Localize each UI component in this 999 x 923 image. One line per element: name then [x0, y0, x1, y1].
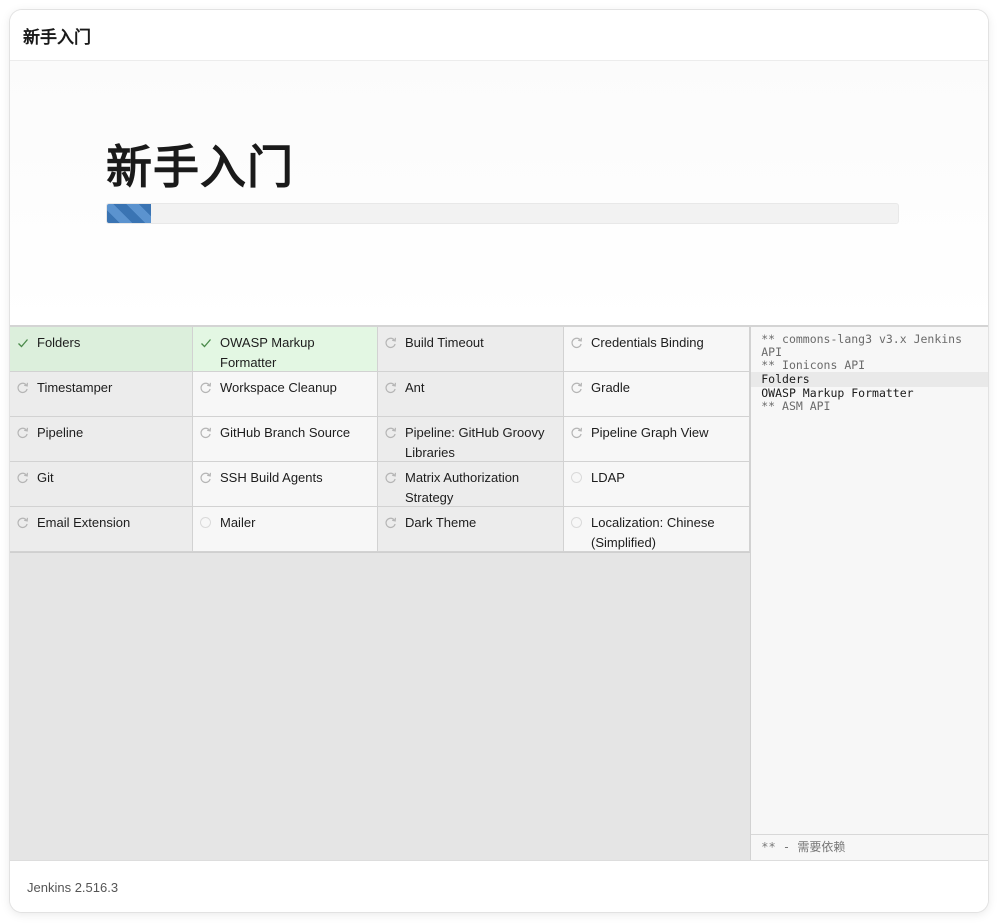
jenkins-version: Jenkins 2.516.3 — [27, 879, 119, 895]
install-log-lines: ** commons-lang3 v3.x Jenkins API ** Ioni… — [751, 327, 988, 413]
plugin-label: Localization: Chinese (Simplified) — [591, 515, 715, 550]
refresh-icon — [570, 336, 583, 349]
install-progress-bar — [106, 203, 899, 224]
plugin-label: Mailer — [220, 515, 256, 530]
plugin-label: Email Extension — [37, 515, 131, 530]
plugin-label: LDAP — [591, 470, 625, 485]
install-content: Folders OWASP Markup Formatter Build Timeo… — [10, 327, 988, 860]
refresh-icon — [384, 336, 397, 349]
header-bar: 新手入门 — [10, 10, 988, 61]
plugin-label: Workspace Cleanup — [220, 380, 337, 395]
plugin-item: Build Timeout — [378, 327, 564, 372]
plugin-label: Pipeline Graph View — [591, 425, 709, 440]
plugin-item: Gradle — [564, 372, 750, 417]
plugin-item: Timestamper — [10, 372, 193, 417]
plugin-item: Ant — [378, 372, 564, 417]
plugin-label: SSH Build Agents — [220, 470, 323, 485]
plugin-item: SSH Build Agents — [193, 462, 378, 507]
plugin-label: Ant — [405, 380, 425, 395]
setup-wizard-window: 新手入门 新手入门 Folders OWASP Markup Formatter B… — [10, 10, 988, 912]
plugin-grid: Folders OWASP Markup Formatter Build Timeo… — [10, 327, 750, 553]
refresh-icon — [16, 471, 29, 484]
plugin-item: Email Extension — [10, 507, 193, 552]
circle-icon — [199, 516, 212, 529]
plugin-item: Git — [10, 462, 193, 507]
log-line: Folders — [751, 372, 988, 387]
plugin-item: Workspace Cleanup — [193, 372, 378, 417]
plugin-label: Folders — [37, 335, 81, 350]
plugin-item: Mailer — [193, 507, 378, 552]
log-legend: ** - 需要依赖 — [751, 834, 988, 860]
refresh-icon — [384, 516, 397, 529]
plugin-label: Timestamper — [37, 380, 113, 395]
log-line: ** ASM API — [761, 399, 831, 413]
plugin-item: Folders — [10, 327, 193, 372]
refresh-icon — [384, 426, 397, 439]
refresh-icon — [199, 471, 212, 484]
refresh-icon — [199, 426, 212, 439]
header-title: 新手入门 — [23, 27, 91, 48]
plugin-item: GitHub Branch Source — [193, 417, 378, 462]
plugin-label: Dark Theme — [405, 515, 477, 530]
check-icon — [16, 336, 29, 349]
plugin-label: OWASP Markup Formatter — [220, 335, 315, 370]
log-line: ** Ionicons API — [761, 358, 866, 372]
plugin-item: Pipeline: GitHub Groovy Libraries — [378, 417, 564, 462]
plugin-label: Build Timeout — [405, 335, 484, 350]
install-log-panel[interactable]: ** commons-lang3 v3.x Jenkins API ** Ioni… — [750, 327, 988, 860]
refresh-icon — [16, 426, 29, 439]
plugin-item: Pipeline Graph View — [564, 417, 750, 462]
refresh-icon — [199, 381, 212, 394]
page-title: 新手入门 — [106, 140, 294, 194]
plugin-grid-area: Folders OWASP Markup Formatter Build Timeo… — [10, 327, 751, 860]
check-icon — [199, 336, 212, 349]
circle-icon — [570, 471, 583, 484]
plugin-label: Pipeline: GitHub Groovy Libraries — [405, 425, 545, 460]
plugin-item: Pipeline — [10, 417, 193, 462]
refresh-icon — [384, 471, 397, 484]
footer-bar: Jenkins 2.516.3 — [10, 860, 988, 912]
plugin-label: Git — [37, 470, 54, 485]
plugin-label: Credentials Binding — [591, 335, 704, 350]
hero-section: 新手入门 — [10, 61, 988, 327]
refresh-icon — [384, 381, 397, 394]
plugin-label: Pipeline — [37, 425, 84, 440]
log-line: ** commons-lang3 v3.x Jenkins API — [761, 332, 963, 359]
plugin-item: LDAP — [564, 462, 750, 507]
circle-icon — [570, 516, 583, 529]
plugin-item: Dark Theme — [378, 507, 564, 552]
refresh-icon — [16, 516, 29, 529]
install-progress-fill — [107, 204, 151, 223]
plugin-label: GitHub Branch Source — [220, 425, 351, 440]
plugin-label: Matrix Authorization Strategy — [405, 470, 520, 505]
refresh-icon — [570, 381, 583, 394]
plugin-item: Matrix Authorization Strategy — [378, 462, 564, 507]
refresh-icon — [16, 381, 29, 394]
plugin-label: Gradle — [591, 380, 631, 395]
plugin-item: Localization: Chinese (Simplified) — [564, 507, 750, 552]
plugin-item: OWASP Markup Formatter — [193, 327, 378, 372]
refresh-icon — [570, 426, 583, 439]
plugin-item: Credentials Binding — [564, 327, 750, 372]
